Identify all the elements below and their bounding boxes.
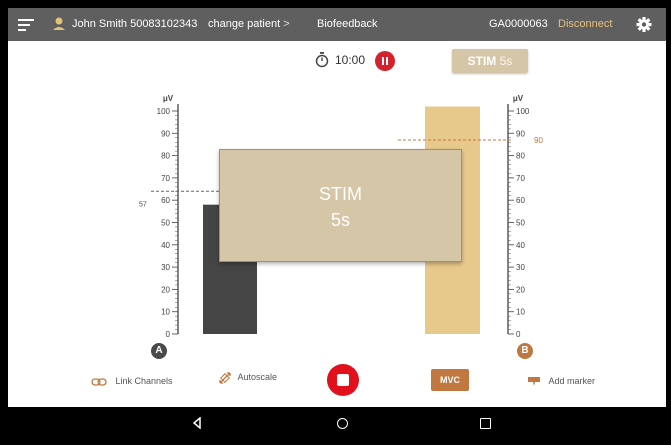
axis-tick-label: 60: [516, 196, 525, 205]
axis-tick-label: 40: [516, 241, 525, 250]
axis-tick-label: 0: [166, 330, 171, 339]
marker-icon: [528, 377, 540, 387]
axis-tick-label: 100: [157, 107, 171, 116]
axis-tick-label: 70: [516, 174, 525, 183]
axis-tick-label: 70: [161, 174, 170, 183]
autoscale-icon: [219, 372, 231, 384]
channel-a-threshold-value: 57: [139, 201, 147, 208]
link-channels-label: Link Channels: [115, 376, 173, 386]
axis-tick-label: 100: [516, 107, 530, 116]
channel-b-threshold-value: 90: [534, 136, 543, 145]
stim-overlay-duration: 5s: [330, 210, 350, 230]
stim-overlay-title: STIM: [319, 184, 362, 204]
axis-tick-label: 60: [161, 196, 170, 205]
channel-b-badge[interactable]: B: [517, 343, 533, 359]
axis-tick-label: 90: [516, 129, 525, 138]
axis-tick-label: 20: [161, 285, 170, 294]
axis-tick-label: 40: [161, 241, 170, 250]
axis-tick-label: 30: [516, 263, 525, 272]
axis-tick-label: 10: [516, 308, 525, 317]
back-icon[interactable]: [192, 417, 202, 429]
unit-label-b: μV: [513, 94, 524, 103]
axis-tick-label: 10: [161, 308, 170, 317]
stop-button[interactable]: [327, 364, 359, 396]
add-marker-button[interactable]: Add marker: [528, 376, 596, 387]
axis-a-ticks: 0 10 20 30 40 50 60 70 80 90 100: [157, 107, 178, 339]
app-window: John Smith 50083102343 change patient > …: [8, 8, 666, 407]
android-nav-bar: [8, 407, 666, 440]
axis-tick-label: 50: [516, 219, 525, 228]
autoscale-button[interactable]: Autoscale: [217, 370, 277, 386]
link-channels-button[interactable]: Link Channels: [91, 376, 173, 386]
axis-tick-label: 80: [161, 152, 170, 161]
stim-overlay: STIM 5s: [219, 149, 462, 262]
mvc-button[interactable]: MVC: [431, 369, 469, 391]
axis-tick-label: 50: [161, 219, 170, 228]
recent-apps-icon[interactable]: [480, 418, 491, 429]
link-icon: [91, 377, 107, 386]
add-marker-label: Add marker: [548, 376, 596, 386]
autoscale-label: Autoscale: [237, 372, 278, 383]
axis-tick-label: 80: [516, 152, 525, 161]
home-icon[interactable]: [337, 418, 348, 429]
axis-tick-label: 30: [161, 263, 170, 272]
channel-a-badge[interactable]: A: [151, 343, 167, 359]
axis-tick-label: 0: [516, 330, 521, 339]
unit-label-a: μV: [163, 94, 174, 103]
axis-b-ticks: 0 10 20 30 40 50 60 70 80 90 100: [508, 107, 530, 339]
axis-tick-label: 20: [516, 285, 525, 294]
axis-tick-label: 90: [161, 129, 170, 138]
stop-icon: [337, 374, 349, 386]
